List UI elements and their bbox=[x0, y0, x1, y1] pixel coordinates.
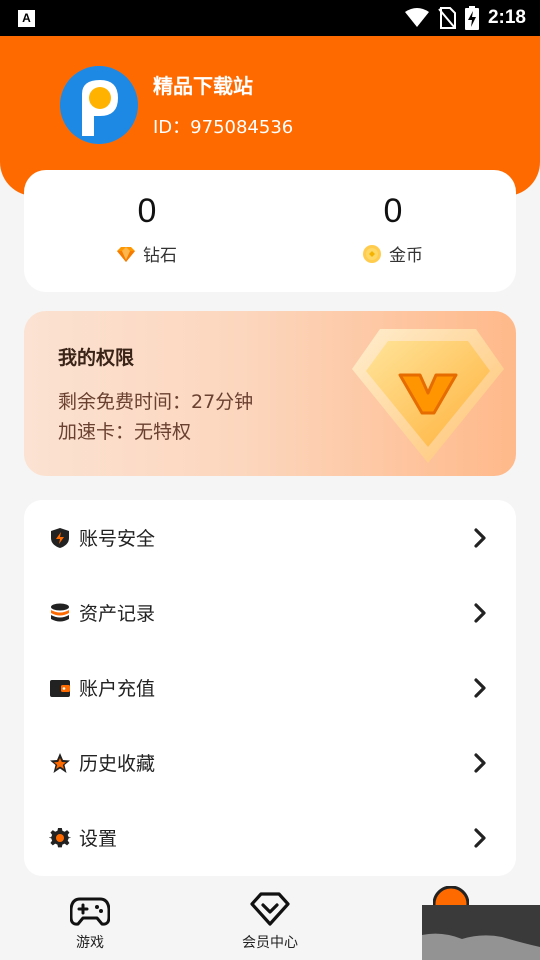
menu-label: 账户充值 bbox=[79, 678, 156, 700]
stats-card: 0 钻石 0 金币 bbox=[24, 170, 516, 292]
chevron-right-icon bbox=[470, 752, 490, 773]
menu-item-favorites-history[interactable]: 历史收藏 bbox=[24, 725, 516, 800]
notification-icon: A bbox=[18, 9, 35, 27]
profile-name: 精品下载站 bbox=[153, 74, 253, 98]
status-bar: A 2:18 bbox=[0, 0, 540, 36]
menu-item-settings[interactable]: 设置 bbox=[24, 800, 516, 875]
diamond-stat[interactable]: 0 钻石 bbox=[24, 170, 270, 292]
permissions-card[interactable]: 我的权限 剩余免费时间：27分钟 加速卡：无特权 bbox=[24, 311, 516, 476]
gold-coin-icon bbox=[363, 244, 381, 263]
speed-card-text: 加速卡：无特权 bbox=[58, 421, 192, 443]
chevron-right-icon bbox=[470, 677, 490, 698]
chevron-right-icon bbox=[470, 827, 490, 848]
shield-bolt-icon bbox=[48, 526, 72, 550]
no-sim-icon bbox=[438, 7, 456, 29]
tab-label: 游戏 bbox=[76, 935, 104, 951]
gamepad-icon bbox=[70, 897, 110, 926]
menu-label: 设置 bbox=[79, 828, 118, 850]
permissions-title: 我的权限 bbox=[58, 347, 135, 369]
menu-item-account-security[interactable]: 账号安全 bbox=[24, 500, 516, 575]
wifi-icon bbox=[404, 8, 429, 27]
wallet-icon bbox=[48, 676, 72, 700]
profile-id: ID：975084536 bbox=[153, 117, 294, 138]
coin-stack-icon bbox=[48, 601, 72, 625]
chevron-right-icon bbox=[470, 602, 490, 623]
gear-icon bbox=[48, 826, 72, 850]
tab-label: 会员中心 bbox=[242, 935, 298, 951]
gold-stat[interactable]: 0 金币 bbox=[270, 170, 516, 292]
vip-v-shield-icon bbox=[352, 329, 504, 463]
menu-card: 账号安全 资产记录 账户充值 历史收藏 设置 bbox=[24, 500, 516, 876]
battery-charging-icon bbox=[464, 6, 479, 30]
diamond-count: 0 bbox=[137, 192, 157, 230]
vip-heart-icon bbox=[250, 892, 290, 926]
tab-games[interactable]: 游戏 bbox=[0, 876, 180, 960]
tab-vip-center[interactable]: 会员中心 bbox=[180, 876, 360, 960]
floating-preview-overlay bbox=[422, 905, 540, 960]
avatar[interactable] bbox=[60, 66, 138, 144]
diamond-label: 钻石 bbox=[143, 246, 177, 266]
free-time-text: 剩余免费时间：27分钟 bbox=[58, 391, 254, 413]
gold-label: 金币 bbox=[389, 246, 423, 266]
gold-count: 0 bbox=[383, 192, 403, 230]
chevron-right-icon bbox=[470, 527, 490, 548]
diamond-icon bbox=[117, 246, 135, 262]
menu-label: 账号安全 bbox=[79, 528, 156, 550]
menu-item-asset-records[interactable]: 资产记录 bbox=[24, 575, 516, 650]
p-logo-icon bbox=[60, 66, 138, 144]
star-icon bbox=[48, 751, 72, 775]
menu-label: 资产记录 bbox=[79, 603, 156, 625]
menu-label: 历史收藏 bbox=[79, 753, 156, 775]
menu-item-recharge[interactable]: 账户充值 bbox=[24, 650, 516, 725]
clock-time: 2:18 bbox=[487, 7, 526, 28]
